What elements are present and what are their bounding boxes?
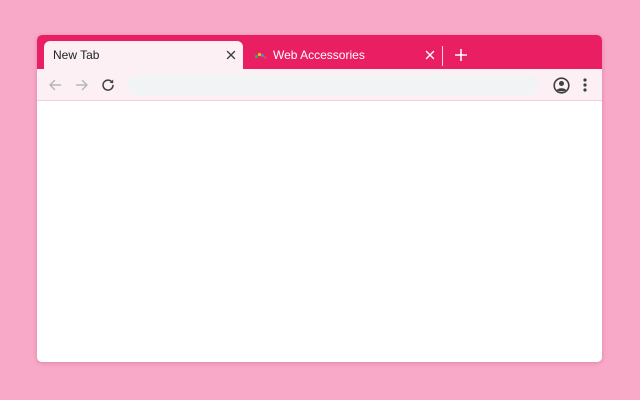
close-icon[interactable]: [224, 48, 238, 62]
web-accessories-favicon: [255, 50, 267, 60]
tab-strip: New Tab Web Accessories: [37, 35, 602, 69]
tab-web-accessories[interactable]: Web Accessories: [244, 41, 443, 69]
toolbar: [37, 69, 602, 101]
tab-separator: [442, 46, 443, 66]
arrow-left-icon[interactable]: [45, 75, 65, 95]
address-bar[interactable]: [127, 74, 538, 96]
arrow-right-icon[interactable]: [72, 75, 92, 95]
more-vertical-icon[interactable]: [575, 75, 595, 95]
tab-title: Web Accessories: [273, 48, 365, 62]
tab-title: New Tab: [53, 48, 100, 62]
browser-window: New Tab Web Accessories: [37, 35, 602, 362]
page-content: [37, 101, 602, 362]
reload-icon[interactable]: [98, 75, 118, 95]
plus-icon[interactable]: [451, 45, 471, 65]
close-icon[interactable]: [423, 48, 437, 62]
account-circle-icon[interactable]: [551, 75, 571, 95]
tab-new-tab[interactable]: New Tab: [44, 41, 243, 69]
